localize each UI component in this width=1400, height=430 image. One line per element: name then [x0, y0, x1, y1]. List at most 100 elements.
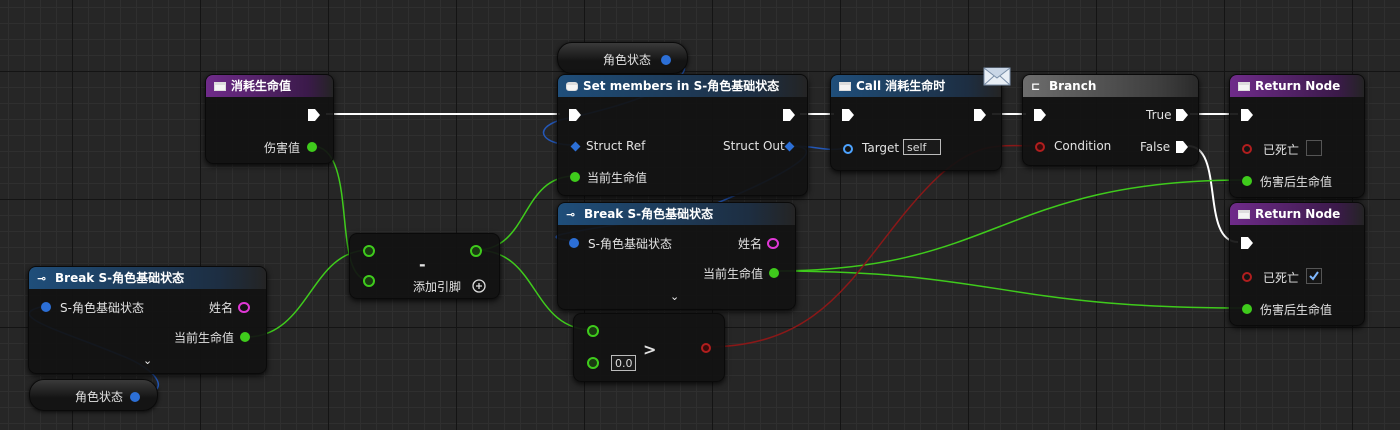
dead-checkbox[interactable]: [1306, 140, 1322, 156]
struct-in-pin[interactable]: [41, 302, 51, 312]
string-out-pin[interactable]: [767, 238, 779, 249]
float-wire: [773, 179, 1246, 272]
exec-true-pin[interactable]: [1175, 108, 1189, 122]
message-icon: [983, 67, 1011, 86]
pin-label: 姓名: [209, 301, 234, 315]
operator-symbol: -: [419, 255, 426, 274]
variable-label: 角色状态: [603, 53, 652, 67]
pin-label: S-角色基础状态: [588, 237, 672, 251]
condition-pin[interactable]: [1035, 142, 1045, 152]
greater-than-node[interactable]: 0.0 >: [573, 313, 725, 382]
struct-ref-pin[interactable]: [570, 141, 581, 152]
pin-label: 当前生命值: [174, 331, 235, 345]
pin-label: Target: [862, 141, 900, 155]
return-icon: [1238, 210, 1250, 219]
pin-label: 当前生命值: [587, 171, 648, 185]
node-header: ⊏ Branch: [1023, 75, 1198, 97]
compare-value-input[interactable]: 0.0: [611, 355, 636, 371]
variable-getter-node[interactable]: 角色状态: [557, 42, 688, 74]
float-out-pin[interactable]: [769, 268, 779, 278]
node-title: Call 消耗生命时: [856, 79, 946, 93]
node-header: 消耗生命值: [206, 75, 333, 97]
float-in-pin-b[interactable]: [587, 357, 599, 369]
node-title: 消耗生命值: [231, 79, 292, 93]
float-out-pin[interactable]: [470, 245, 482, 257]
bool-in-pin[interactable]: [1242, 144, 1252, 154]
exec-in-pin[interactable]: [568, 108, 582, 122]
exec-out-pin[interactable]: [782, 108, 796, 122]
exec-in-pin[interactable]: [1033, 108, 1047, 122]
node-title: Branch: [1049, 79, 1097, 93]
float-in-pin-a[interactable]: [363, 245, 375, 257]
pin-label: 伤害后生命值: [1260, 303, 1333, 317]
dead-checkbox-checked[interactable]: [1306, 268, 1322, 284]
node-header: ⊸ Break S-角色基础状态: [29, 267, 266, 289]
pin-label: False: [1140, 140, 1171, 154]
struct-out-pin[interactable]: [130, 392, 140, 402]
pin-label: Struct Out: [723, 139, 785, 153]
variable-getter-node[interactable]: 角色状态: [29, 379, 158, 411]
struct-out-pin[interactable]: [784, 141, 795, 152]
break-struct-node[interactable]: ⊸ Break S-角色基础状态 S-角色基础状态 姓名 当前生命值 ⌄: [557, 202, 796, 310]
pin-label: True: [1146, 108, 1172, 122]
set-icon: [566, 82, 578, 91]
node-title: Break S-角色基础状态: [55, 271, 185, 285]
float-in-pin-a[interactable]: [587, 325, 599, 337]
struct-out-pin[interactable]: [661, 55, 671, 65]
pin-label: Condition: [1054, 139, 1112, 153]
pin-label: 当前生命值: [703, 267, 764, 281]
pin-label: Struct Ref: [586, 139, 646, 153]
float-in-pin[interactable]: [1242, 304, 1252, 314]
pin-label: 已死亡: [1263, 143, 1300, 157]
exec-in-pin[interactable]: [1240, 236, 1254, 250]
break-struct-node-left[interactable]: ⊸ Break S-角色基础状态 S-角色基础状态 姓名 当前生命值 ⌄: [28, 266, 267, 374]
return-node-false[interactable]: Return Node 已死亡 伤害后生命值: [1229, 202, 1365, 326]
bool-in-pin[interactable]: [1242, 272, 1252, 282]
target-input[interactable]: self: [903, 139, 941, 155]
float-out-pin[interactable]: [240, 332, 250, 342]
pin-label: 伤害值: [264, 141, 301, 155]
expand-chevron-icon[interactable]: ⌄: [670, 290, 679, 303]
plus-circle-icon[interactable]: [472, 279, 486, 293]
exec-out-pin[interactable]: [307, 108, 321, 122]
bool-out-pin[interactable]: [701, 343, 711, 353]
set-members-node[interactable]: Set members in S-角色基础状态 Struct Ref Struc…: [557, 74, 808, 196]
float-in-pin-b[interactable]: [363, 275, 375, 287]
pin-label: 伤害后生命值: [1260, 175, 1333, 189]
node-header: ⊸ Break S-角色基础状态: [558, 203, 795, 225]
break-icon: ⊸: [566, 208, 576, 221]
node-header: Set members in S-角色基础状态: [558, 75, 807, 97]
return-node-true[interactable]: Return Node 已死亡 伤害后生命值: [1229, 74, 1365, 198]
return-icon: [1238, 82, 1250, 91]
node-title: Break S-角色基础状态: [584, 207, 714, 221]
branch-node[interactable]: ⊏ Branch True Condition False: [1022, 74, 1199, 166]
node-title: Return Node: [1255, 207, 1341, 221]
target-pin[interactable]: [843, 144, 853, 154]
break-icon: ⊸: [37, 272, 47, 285]
float-out-pin[interactable]: [307, 142, 317, 152]
float-in-pin[interactable]: [1242, 176, 1252, 186]
function-entry-node[interactable]: 消耗生命值 伤害值: [205, 74, 334, 164]
struct-in-pin[interactable]: [569, 238, 579, 248]
exec-false-pin[interactable]: [1175, 140, 1189, 154]
node-header: Return Node: [1230, 75, 1364, 97]
pin-label: S-角色基础状态: [60, 301, 144, 315]
exec-in-pin[interactable]: [1240, 108, 1254, 122]
expand-chevron-icon[interactable]: ⌄: [143, 354, 152, 367]
checkmark-icon: [1309, 271, 1319, 281]
exec-in-pin[interactable]: [841, 108, 855, 122]
add-pin-label[interactable]: 添加引脚: [413, 278, 461, 295]
exec-out-pin[interactable]: [973, 108, 987, 122]
subtract-node[interactable]: - 添加引脚: [349, 233, 500, 299]
branch-icon: ⊏: [1031, 80, 1041, 93]
call-function-node[interactable]: Call 消耗生命时 Target self: [830, 74, 1002, 171]
string-out-pin[interactable]: [238, 302, 250, 313]
float-in-pin[interactable]: [570, 172, 580, 182]
pin-label: 姓名: [738, 237, 763, 251]
operator-symbol: >: [643, 340, 657, 359]
pin-label: 已死亡: [1263, 271, 1300, 285]
function-icon: [839, 82, 851, 91]
function-icon: [214, 82, 226, 91]
node-title: Return Node: [1255, 79, 1341, 93]
float-wire: [773, 270, 1246, 309]
